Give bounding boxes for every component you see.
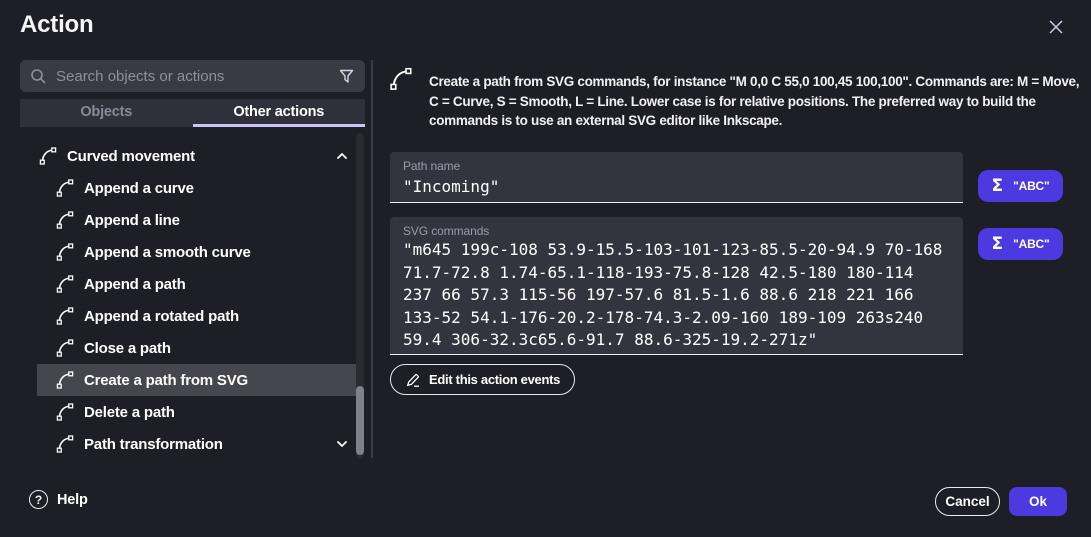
expression-builder-button-path-name[interactable]: Σ "ABC": [978, 170, 1063, 202]
list-item-label: Create a path from SVG: [84, 372, 248, 389]
sigma-icon: Σ: [991, 176, 1003, 196]
tab-bar: Objects Other actions: [20, 99, 365, 127]
list-item-append-a-line[interactable]: Append a line: [37, 204, 358, 236]
curve-icon: [55, 178, 75, 198]
search-input[interactable]: [56, 68, 329, 85]
svg-commands-value: "m645 199c-108 53.9-15.5-103-101-123-85.…: [390, 238, 947, 352]
dialog-title: Action: [20, 11, 93, 39]
chevron-up-icon: [334, 148, 350, 164]
list-item-close-a-path[interactable]: Close a path: [37, 332, 358, 364]
curve-icon: [55, 274, 75, 294]
path-name-label: Path name: [390, 152, 963, 173]
list-item-append-a-curve[interactable]: Append a curve: [37, 172, 358, 204]
list-item-append-a-path[interactable]: Append a path: [37, 268, 358, 300]
ok-button[interactable]: Ok: [1009, 487, 1067, 516]
list-item-label: Close a path: [84, 340, 171, 357]
pencil-icon: [405, 372, 421, 388]
tree-group-curved-movement[interactable]: Curved movement: [20, 140, 358, 172]
expression-builder-button-svg-commands[interactable]: Σ "ABC": [978, 228, 1063, 260]
cancel-button[interactable]: Cancel: [935, 487, 1000, 516]
action-description: Create a path from SVG commands, for ins…: [429, 72, 1084, 131]
edit-action-events-button[interactable]: Edit this action events: [390, 364, 575, 395]
list-item-label: Delete a path: [84, 404, 175, 421]
list-item-label: Append a rotated path: [84, 308, 239, 325]
close-icon: [1046, 17, 1066, 37]
help-icon: ?: [29, 490, 48, 509]
list-item-label: Path transformation: [84, 436, 223, 453]
action-dialog: Action Objects Other actions Curved move…: [0, 0, 1091, 537]
curve-icon: [55, 434, 75, 454]
tab-objects[interactable]: Objects: [20, 99, 193, 127]
chevron-down-icon: [334, 436, 350, 452]
curve-icon: [55, 402, 75, 422]
actions-tree: Curved movement Append a curve Append a …: [20, 140, 358, 460]
abc-label: "ABC": [1013, 179, 1049, 193]
list-item-append-a-smooth-curve[interactable]: Append a smooth curve: [37, 236, 358, 268]
path-name-value: "Incoming": [390, 173, 963, 196]
list-item-append-a-rotated-path[interactable]: Append a rotated path: [37, 300, 358, 332]
curve-icon: [55, 242, 75, 262]
search-icon: [30, 68, 47, 85]
curve-icon: [55, 370, 75, 390]
svg-commands-label: SVG commands: [390, 217, 963, 238]
sigma-icon: Σ: [991, 234, 1003, 254]
list-item-create-a-path-from-svg[interactable]: Create a path from SVG: [37, 364, 358, 396]
list-item-path-transformation[interactable]: Path transformation: [37, 428, 358, 460]
filter-icon[interactable]: [338, 68, 355, 85]
edit-action-events-label: Edit this action events: [429, 372, 560, 387]
curve-icon: [55, 338, 75, 358]
path-name-field[interactable]: Path name "Incoming": [390, 152, 963, 203]
search-box: [20, 60, 365, 92]
scrollbar-thumb[interactable]: [356, 386, 364, 455]
list-item-label: Append a line: [84, 212, 180, 229]
abc-label: "ABC": [1013, 237, 1049, 251]
curve-icon: [55, 306, 75, 326]
curve-icon: [55, 210, 75, 230]
panel-divider: [371, 60, 373, 458]
list-item-label: Append a path: [84, 276, 186, 293]
list-item-label: Append a curve: [84, 180, 194, 197]
help-label: Help: [57, 492, 88, 508]
list-item-delete-a-path[interactable]: Delete a path: [37, 396, 358, 428]
svg-commands-field[interactable]: SVG commands "m645 199c-108 53.9-15.5-10…: [390, 217, 963, 355]
tree-group-label: Curved movement: [67, 148, 195, 165]
list-item-label: Append a smooth curve: [84, 244, 251, 261]
curve-icon: [38, 146, 58, 166]
help-link[interactable]: ? Help: [29, 490, 88, 509]
action-curve-icon: [388, 66, 414, 92]
tab-other-actions[interactable]: Other actions: [193, 99, 366, 127]
close-button[interactable]: [1043, 14, 1069, 40]
